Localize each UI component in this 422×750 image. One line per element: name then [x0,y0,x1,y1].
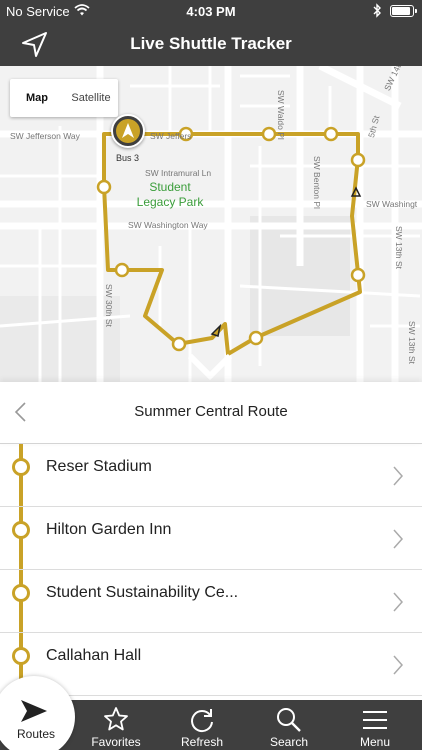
street-label: SW Benton Pl [312,156,322,209]
street-label: SW Intramural Ln [145,168,212,178]
hamburger-menu-icon [363,711,387,729]
map-type-map[interactable]: Map [10,79,64,117]
stop-label: Student Sustainability Ce... [46,584,239,601]
bus-marker[interactable] [111,114,145,148]
refresh-icon [191,709,213,733]
page-title: Live Shuttle Tracker [130,34,292,53]
tab-label: Menu [359,735,391,749]
list-item[interactable]: Hilton Garden Inn [0,507,422,570]
star-icon [104,707,128,731]
park-label: Student Legacy Park [136,180,204,209]
bus-label: Bus 3 [116,153,140,163]
map-type-toggle[interactable]: Map Satellite [10,79,118,117]
stop-dot-icon [12,647,30,665]
stop-dot-icon [12,458,30,476]
street-label: SW Waldo Pl [276,90,286,140]
route-name: Summer Central Route [134,403,288,420]
list-item[interactable]: Student Sustainability Ce... [0,570,422,633]
tab-refresh[interactable]: Refresh [164,700,240,750]
map-type-satellite[interactable]: Satellite [64,79,118,117]
routes-arrow-icon [21,700,47,722]
tab-label: Search [269,735,309,749]
search-icon [277,708,301,732]
nav-bar: Live Shuttle Tracker [0,22,422,66]
list-item[interactable]: Reser Stadium [0,444,422,507]
stop-dot-icon [12,584,30,602]
list-item[interactable]: Callahan Hall [0,633,422,696]
street-label: SW Washingt [366,199,418,209]
stop-label: Callahan Hall [46,647,142,664]
tab-favorites[interactable]: Favorites [78,700,154,750]
street-label: SW 13th St [407,321,417,364]
stop-dot-icon [12,521,30,539]
stop-label: Hilton Garden Inn [46,521,172,538]
status-bar: No Service 4:03 PM [0,0,422,22]
tab-label: Routes [16,727,56,741]
bus-direction-icon [122,123,134,138]
route-header: Summer Central Route [0,382,422,444]
battery-icon [390,5,417,17]
tab-menu[interactable]: Menu [337,700,413,750]
tab-label: Favorites [91,735,141,749]
chevron-right-icon [393,529,404,549]
chevron-right-icon [393,655,404,675]
chevron-right-icon [393,592,404,612]
stop-list: Reser Stadium Hilton Garden Inn Student … [0,444,422,700]
chevron-right-icon [393,466,404,486]
map-view[interactable]: Map Satellite SW Jefferson Way SW Jeffer… [0,66,422,382]
tab-label: Refresh [180,735,224,749]
bluetooth-icon [373,3,381,18]
street-label: SW 30th St [104,284,114,327]
street-label: SW Jeffers [150,131,192,141]
street-label: SW Jefferson Way [10,131,80,141]
clock: 4:03 PM [186,4,236,19]
street-label: SW 13th St [394,226,404,269]
tab-search[interactable]: Search [251,700,327,750]
street-label: SW Washington Way [128,220,208,230]
stop-label: Reser Stadium [46,458,152,475]
